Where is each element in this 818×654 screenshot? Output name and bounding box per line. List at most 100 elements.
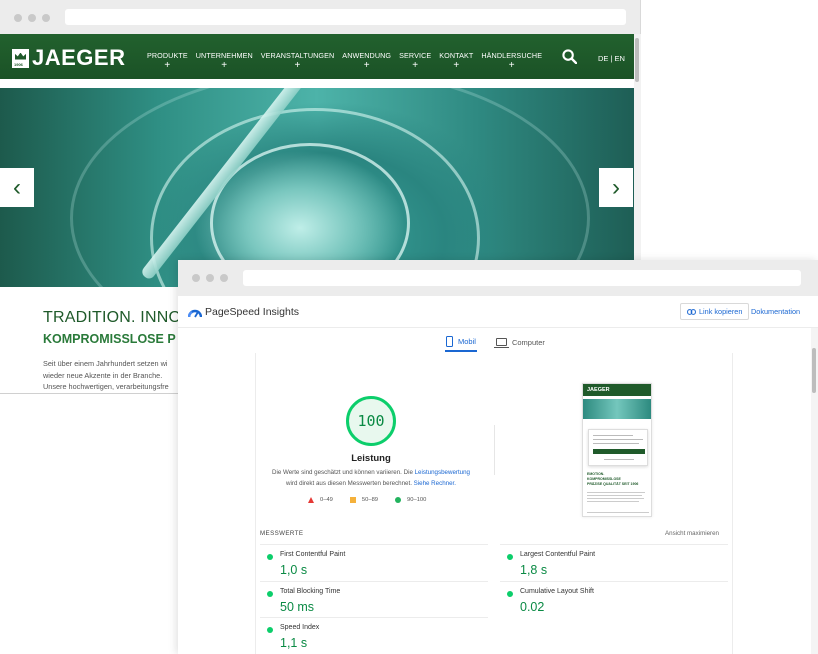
body-line: wieder neue Akzente in der Branche. [43,370,163,380]
metrics-header: MESSWERTE [260,530,304,537]
menu-item-kontakt[interactable]: KONTAKT + [439,51,473,71]
plus-icon[interactable]: + [196,61,253,71]
carousel-next-button[interactable]: › [599,168,633,207]
metric-value: 0.02 [520,600,545,614]
menu-label: UNTERNEHMEN [195,51,253,60]
pass-circle-icon [267,554,273,560]
metric-lcp: Largest Contentful Paint 1,8 s [500,544,728,581]
search-icon[interactable] [562,49,577,64]
legend-range: 90–100 [407,497,427,503]
tab-mobil[interactable]: Mobil [445,332,477,352]
preview-hero [583,399,651,419]
tab-computer[interactable]: Computer [493,332,546,352]
window-maximize-dot[interactable] [220,274,228,282]
documentation-link[interactable]: Dokumentation [751,307,800,316]
chevron-right-icon: › [612,173,620,201]
chevron-left-icon: ‹ [13,173,21,201]
score-value: 100 [357,412,385,430]
address-bar[interactable] [65,9,626,25]
divider [494,425,495,475]
menu-item-haendlersuche[interactable]: HÄNDLERSUCHE + [481,51,542,71]
menu-item-veranstaltungen[interactable]: VERANSTALTUNGEN + [261,51,335,71]
tab-label: Mobil [458,336,476,346]
desc-text: Die Werte sind geschätzt und können vari… [271,469,415,476]
hero-ring [70,88,590,287]
circle-icon [395,497,402,503]
menu-item-anwendung[interactable]: ANWENDUNG + [342,51,391,71]
pagespeed-logo-icon [188,309,202,318]
logo-text: JAEGER [32,45,126,70]
score-legend: 0–49 50–89 90–100 [308,497,426,503]
window-close-dot[interactable] [14,14,22,22]
plus-icon[interactable]: + [261,61,335,71]
pass-circle-icon [267,627,273,633]
page-preview-screenshot[interactable]: JAEGER EMOTION. KOMPROMISSLOSE PRÄZISE Q… [582,383,652,517]
menu-item-produkte[interactable]: PRODUKTE + [147,51,188,71]
browser-chrome [178,260,818,296]
psi-header: PageSpeed Insights Link kopieren Dokumen… [178,296,818,328]
scrollbar-thumb[interactable] [635,38,639,82]
performance-score-gauge[interactable]: 100 [346,396,396,446]
pass-circle-icon [507,591,513,597]
legend-item-poor: 0–49 [308,497,333,503]
window-minimize-dot[interactable] [28,14,36,22]
menu-label: PRODUKTE [147,51,188,60]
scrollbar-thumb[interactable] [812,348,816,393]
metric-value: 50 ms [280,600,315,614]
preview-logo: JAEGER [587,387,610,393]
plus-icon[interactable]: + [342,61,391,71]
menu-item-unternehmen[interactable]: UNTERNEHMEN + [196,51,253,71]
plus-icon[interactable]: + [439,61,473,71]
jaeger-logo[interactable]: 1906 JAEGER [12,45,125,71]
metric-cls: Cumulative Layout Shift 0.02 [500,581,728,618]
preview-cookie-banner [588,429,648,466]
menu-label: VERANSTALTUNGEN [260,51,335,60]
device-tabs: Mobil Computer [445,332,546,352]
performance-scoring-link[interactable]: Leistungsbewertung [415,469,470,476]
preview-navbar: JAEGER [583,384,651,396]
expand-view-toggle[interactable]: Ansicht maximieren [665,530,719,537]
metric-value: 1,1 s [280,636,308,650]
preview-text: PRÄZISE QUALITÄT SEIT 1906 [587,482,639,486]
tab-label: Computer [511,337,545,347]
plus-icon[interactable]: + [147,61,188,71]
logo-year: 1906 [14,61,23,67]
metric-name: First Contentful Paint [280,551,346,558]
metric-fcp: First Contentful Paint 1,0 s [260,544,488,581]
body-line: Seit über einem Jahrhundert setzen wi [43,359,168,368]
triangle-icon [308,497,314,503]
legend-range: 50–89 [361,497,379,503]
metric-value: 1,0 s [280,563,308,577]
address-bar[interactable] [243,270,801,286]
crown-logo-icon: 1906 [12,48,29,68]
plus-icon[interactable]: + [481,61,542,71]
main-menu: PRODUKTE + UNTERNEHMEN + VERANSTALTUNGEN + … [147,51,542,71]
copy-link-button[interactable]: Link kopieren [680,303,750,320]
calculator-link[interactable]: Siehe Rechner. [414,480,456,487]
window-minimize-dot[interactable] [206,274,214,282]
app-title: PageSpeed Insights [205,306,299,318]
hero-headline: TRADITION. INNOV [43,309,192,326]
legend-range: 0–49 [320,497,333,503]
hero-image [0,88,634,287]
menu-label: KONTAKT [439,51,474,60]
metric-value: 1,8 s [520,563,548,577]
body-line: Unsere hochwertigen, verarbeitungsfre [43,382,169,391]
site-navbar: 1906 JAEGER PRODUKTE + UNTERNEHMEN + VERAN… [0,34,634,79]
metric-name: Cumulative Layout Shift [520,588,594,595]
metric-name: Speed Index [280,624,320,631]
plus-icon[interactable]: + [399,61,431,71]
language-switcher[interactable]: DE | EN [598,54,625,63]
copy-link-label: Link kopieren [699,307,743,316]
metric-tbt: Total Blocking Time 50 ms [260,581,488,618]
scrollbar[interactable] [811,328,818,654]
menu-item-service[interactable]: SERVICE + [399,51,431,71]
window-close-dot[interactable] [192,274,200,282]
browser-chrome [0,0,640,34]
menu-label: HÄNDLERSUCHE [481,51,543,60]
link-icon [687,308,696,315]
window-maximize-dot[interactable] [42,14,50,22]
square-icon [349,497,356,503]
pass-circle-icon [267,591,273,597]
carousel-prev-button[interactable]: ‹ [0,168,34,207]
